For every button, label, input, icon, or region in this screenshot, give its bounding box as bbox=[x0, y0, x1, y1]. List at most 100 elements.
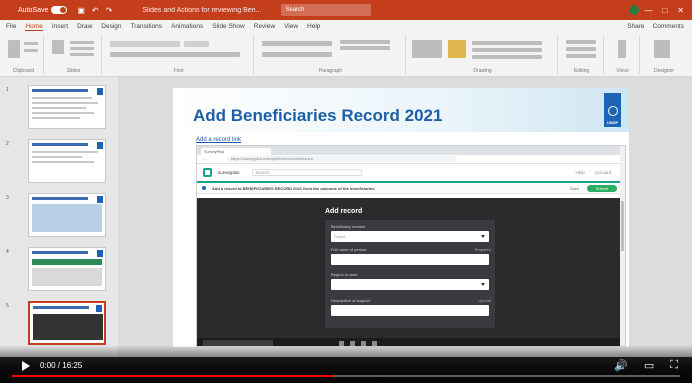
description-input[interactable] bbox=[331, 305, 489, 316]
minimize-icon[interactable]: — bbox=[644, 6, 652, 15]
ribbon: Clipboard Slides Font Paragraph Drawing … bbox=[0, 33, 692, 77]
ribbon-group-font: Font bbox=[104, 36, 254, 74]
region-select[interactable] bbox=[331, 279, 489, 290]
redo-icon[interactable]: ↷ bbox=[106, 6, 113, 15]
logo-text: UNDP bbox=[606, 120, 619, 125]
fullscreen-icon[interactable]: ⛶ bbox=[670, 359, 678, 372]
help-link[interactable]: Help bbox=[575, 170, 584, 175]
menu-tab-slide-show[interactable]: Slide Show bbox=[212, 23, 245, 30]
progress-bar[interactable] bbox=[12, 375, 680, 377]
chevron-down-icon bbox=[481, 235, 485, 238]
comments-button[interactable]: Comments bbox=[653, 23, 684, 30]
chevron-down-icon bbox=[481, 283, 485, 286]
browser-tabs: SurveyPlus bbox=[197, 146, 625, 155]
menu-tab-review[interactable]: Review bbox=[254, 23, 275, 30]
close-icon[interactable]: ✕ bbox=[677, 6, 684, 15]
slide-number: 5 bbox=[6, 303, 9, 309]
find-button[interactable] bbox=[566, 40, 596, 44]
arrange-icon[interactable] bbox=[448, 40, 466, 58]
maximize-icon[interactable]: □ bbox=[662, 6, 667, 15]
ribbon-group-label: Slides bbox=[66, 68, 81, 74]
undp-logo: UNDP bbox=[604, 93, 621, 127]
current-slide[interactable]: Add Beneficiaries Record 2021 UNDP Add a… bbox=[173, 88, 629, 347]
account-link[interactable]: Account bbox=[595, 170, 611, 175]
slide-thumbnail[interactable]: 3 bbox=[6, 193, 114, 243]
menu-tab-transitions[interactable]: Transitions bbox=[131, 23, 163, 30]
form-heading: Add a record to BENEFICIARIES RECORD 202… bbox=[212, 185, 375, 191]
slide-thumbnail[interactable]: 4 bbox=[6, 247, 114, 297]
field-label: Region or area bbox=[331, 272, 358, 277]
video-controls: 0:00 / 16:25 🔊 ▭ ⛶ bbox=[0, 345, 692, 383]
captions-icon[interactable]: ▭ bbox=[644, 359, 654, 372]
add-record-modal: Add record Beneficiary number Select Ful… bbox=[197, 198, 625, 346]
window-controls: — □ ✕ bbox=[644, 6, 684, 15]
slide-number: 4 bbox=[6, 249, 9, 255]
search-box[interactable]: Search bbox=[281, 4, 372, 16]
browser-tab[interactable]: SurveyPlus bbox=[201, 148, 271, 155]
form-status-icon bbox=[202, 186, 206, 190]
select-button[interactable] bbox=[566, 54, 596, 58]
field-hint: Required bbox=[474, 247, 491, 252]
slide-title[interactable]: Add Beneficiaries Record 2021 bbox=[193, 106, 442, 126]
menu-tab-insert[interactable]: Insert bbox=[52, 23, 68, 30]
play-icon[interactable] bbox=[22, 361, 30, 371]
select-value: Select bbox=[334, 234, 346, 239]
replace-button[interactable] bbox=[566, 47, 596, 51]
designer-icon[interactable] bbox=[654, 40, 670, 58]
submit-button[interactable]: Submit bbox=[587, 184, 617, 192]
ribbon-group-label: Designer bbox=[653, 68, 674, 74]
slide-number: 1 bbox=[6, 87, 9, 93]
autosave-toggle[interactable]: AutoSave bbox=[18, 6, 68, 14]
field-label: Beneficiary number bbox=[331, 224, 366, 229]
record-form: Beneficiary number Select Full name of p… bbox=[325, 220, 495, 328]
share-button[interactable]: Share bbox=[627, 23, 644, 30]
microphone-icon[interactable] bbox=[618, 40, 626, 58]
slide-editor: Add Beneficiaries Record 2021 UNDP Add a… bbox=[118, 77, 692, 357]
ribbon-group-label: Paragraph bbox=[318, 68, 343, 74]
menu-tab-design[interactable]: Design bbox=[101, 23, 121, 30]
toggle-switch[interactable] bbox=[51, 6, 68, 14]
volume-icon[interactable]: 🔊 bbox=[614, 359, 628, 372]
menu-tab-home[interactable]: Home bbox=[25, 23, 43, 31]
ribbon-group-clipboard: Clipboard bbox=[4, 36, 44, 74]
site-search-input[interactable]: Search bbox=[251, 169, 362, 176]
menu-tab-file[interactable]: File bbox=[6, 23, 16, 30]
undo-icon[interactable]: ↶ bbox=[92, 6, 99, 15]
full-name-input[interactable] bbox=[331, 254, 489, 265]
browser-scrollbar[interactable] bbox=[620, 146, 625, 346]
slide-thumbnail[interactable]: 2 bbox=[6, 139, 114, 189]
menu-tab-animations[interactable]: Animations bbox=[171, 23, 203, 30]
field-hint: Upload bbox=[478, 298, 491, 303]
menu-tab-draw[interactable]: Draw bbox=[77, 23, 92, 30]
url-field[interactable]: https://surveyplus.example/forms/benefic… bbox=[226, 156, 457, 162]
ribbon-group-designer: Designer bbox=[642, 36, 686, 74]
field-label: Description of support bbox=[331, 298, 370, 303]
progress-fill bbox=[12, 375, 333, 377]
scrollbar-thumb[interactable] bbox=[621, 201, 624, 251]
ribbon-group-paragraph: Paragraph bbox=[256, 36, 406, 74]
avatar[interactable] bbox=[629, 5, 640, 15]
new-slide-icon[interactable] bbox=[52, 40, 64, 54]
paste-icon[interactable] bbox=[8, 40, 20, 58]
slide-thumbnail[interactable]: 1 bbox=[6, 85, 114, 135]
quick-access-toolbar: ▣ ↶ ↷ bbox=[77, 6, 112, 15]
user-area: — □ ✕ bbox=[629, 5, 684, 15]
video-player[interactable]: AutoSave ▣ ↶ ↷ Slides and Actions for re… bbox=[0, 0, 692, 383]
site-logo-icon[interactable] bbox=[203, 168, 212, 177]
video-frame: AutoSave ▣ ↶ ↷ Slides and Actions for re… bbox=[0, 0, 692, 383]
menu-tab-view[interactable]: View bbox=[284, 23, 298, 30]
back-arrow-icon[interactable]: ‹ › bbox=[203, 157, 207, 162]
shapes-icon[interactable] bbox=[412, 40, 442, 58]
slide-number: 3 bbox=[6, 195, 9, 201]
site-header-links: Help Account bbox=[575, 170, 611, 175]
back-link[interactable]: Back bbox=[570, 186, 579, 191]
save-icon[interactable]: ▣ bbox=[77, 6, 85, 15]
slide-link[interactable]: Add a record link bbox=[196, 137, 241, 143]
ribbon-group-label: Clipboard bbox=[12, 68, 35, 74]
ribbon-group-label: Editing bbox=[573, 68, 590, 74]
player-icons: 🔊 ▭ ⛶ bbox=[614, 359, 678, 372]
slide-thumbnail-selected[interactable]: 5 bbox=[6, 301, 114, 351]
slide-thumbnails-panel: 1 2 3 4 5 bbox=[0, 77, 118, 357]
beneficiary-number-select[interactable]: Select bbox=[331, 231, 489, 242]
menu-tab-help[interactable]: Help bbox=[307, 23, 320, 30]
